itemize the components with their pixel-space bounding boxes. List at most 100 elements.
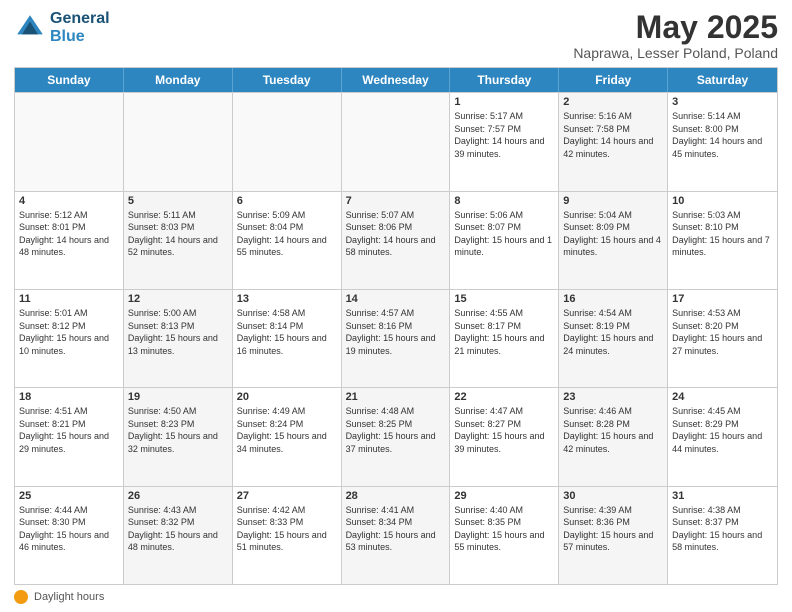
- day-number: 5: [128, 195, 228, 207]
- day-info: Sunrise: 5:04 AM Sunset: 8:09 PM Dayligh…: [563, 209, 663, 259]
- day-number: 24: [672, 391, 773, 403]
- day-info: Sunrise: 4:48 AM Sunset: 8:25 PM Dayligh…: [346, 405, 446, 455]
- day-info: Sunrise: 4:58 AM Sunset: 8:14 PM Dayligh…: [237, 307, 337, 357]
- calendar-body: 1 Sunrise: 5:17 AM Sunset: 7:57 PM Daylig…: [15, 92, 777, 584]
- day-cell-2: 2 Sunrise: 5:16 AM Sunset: 7:58 PM Daylig…: [559, 93, 668, 190]
- col-header-thursday: Thursday: [450, 68, 559, 92]
- day-number: 3: [672, 96, 773, 108]
- day-cell-30: 30 Sunrise: 4:39 AM Sunset: 8:36 PM Dayli…: [559, 487, 668, 584]
- daylight-hours-label: Daylight hours: [34, 591, 104, 603]
- day-info: Sunrise: 4:39 AM Sunset: 8:36 PM Dayligh…: [563, 504, 663, 554]
- day-cell-27: 27Sunrise: 4:42 AM Sunset: 8:33 PM Dayli…: [233, 487, 342, 584]
- logo: General Blue: [14, 10, 110, 45]
- col-header-sunday: Sunday: [15, 68, 124, 92]
- day-info: Sunrise: 5:06 AM Sunset: 8:07 PM Dayligh…: [454, 209, 554, 259]
- day-cell-9: 9 Sunrise: 5:04 AM Sunset: 8:09 PM Daylig…: [559, 192, 668, 289]
- logo-blue: Blue: [50, 28, 110, 46]
- day-info: Sunrise: 4:40 AM Sunset: 8:35 PM Dayligh…: [454, 504, 554, 554]
- day-info: Sunrise: 4:43 AM Sunset: 8:32 PM Dayligh…: [128, 504, 228, 554]
- day-number: 6: [237, 195, 337, 207]
- day-number: 19: [128, 391, 228, 403]
- day-cell-13: 13 Sunrise: 4:58 AM Sunset: 8:14 PM Dayli…: [233, 290, 342, 387]
- day-number: 20: [237, 391, 337, 403]
- day-number: 1: [454, 96, 554, 108]
- day-number: 9: [563, 195, 663, 207]
- day-number: 10: [672, 195, 773, 207]
- day-info: Sunrise: 5:16 AM Sunset: 7:58 PM Dayligh…: [563, 110, 663, 160]
- day-number: 22: [454, 391, 554, 403]
- header: General Blue May 2025 Naprawa, Lesser Po…: [14, 10, 778, 61]
- day-cell-18: 18 Sunrise: 4:51 AM Sunset: 8:21 PM Dayli…: [15, 388, 124, 485]
- day-number: 13: [237, 293, 337, 305]
- day-number: 14: [346, 293, 446, 305]
- empty-cell: [124, 93, 233, 190]
- subtitle: Naprawa, Lesser Poland, Poland: [573, 45, 778, 61]
- day-cell-5: 5 Sunrise: 5:11 AM Sunset: 8:03 PM Daylig…: [124, 192, 233, 289]
- day-info: Sunrise: 4:50 AM Sunset: 8:23 PM Dayligh…: [128, 405, 228, 455]
- day-number: 17: [672, 293, 773, 305]
- day-info: Sunrise: 5:11 AM Sunset: 8:03 PM Dayligh…: [128, 209, 228, 259]
- day-cell-8: 8 Sunrise: 5:06 AM Sunset: 8:07 PM Daylig…: [450, 192, 559, 289]
- day-cell-14: 14 Sunrise: 4:57 AM Sunset: 8:16 PM Dayli…: [342, 290, 451, 387]
- day-cell-3: 3 Sunrise: 5:14 AM Sunset: 8:00 PM Daylig…: [668, 93, 777, 190]
- day-number: 29: [454, 490, 554, 502]
- day-cell-7: 7Sunrise: 5:07 AM Sunset: 8:06 PM Daylig…: [342, 192, 451, 289]
- empty-cell: [342, 93, 451, 190]
- page: General Blue May 2025 Naprawa, Lesser Po…: [0, 0, 792, 612]
- day-info: Sunrise: 5:12 AM Sunset: 8:01 PM Dayligh…: [19, 209, 119, 259]
- day-info: Sunrise: 4:42 AM Sunset: 8:33 PM Dayligh…: [237, 504, 337, 554]
- calendar-header: SundayMondayTuesdayWednesdayThursdayFrid…: [15, 68, 777, 92]
- day-number: 31: [672, 490, 773, 502]
- day-number: 16: [563, 293, 663, 305]
- day-info: Sunrise: 5:17 AM Sunset: 7:57 PM Dayligh…: [454, 110, 554, 160]
- col-header-monday: Monday: [124, 68, 233, 92]
- week-row-4: 18 Sunrise: 4:51 AM Sunset: 8:21 PM Dayli…: [15, 387, 777, 485]
- day-number: 4: [19, 195, 119, 207]
- day-cell-24: 24 Sunrise: 4:45 AM Sunset: 8:29 PM Dayli…: [668, 388, 777, 485]
- day-info: Sunrise: 4:45 AM Sunset: 8:29 PM Dayligh…: [672, 405, 773, 455]
- day-cell-28: 28 Sunrise: 4:41 AM Sunset: 8:34 PM Dayli…: [342, 487, 451, 584]
- day-number: 26: [128, 490, 228, 502]
- day-info: Sunrise: 4:46 AM Sunset: 8:28 PM Dayligh…: [563, 405, 663, 455]
- day-info: Sunrise: 4:41 AM Sunset: 8:34 PM Dayligh…: [346, 504, 446, 554]
- day-info: Sunrise: 5:03 AM Sunset: 8:10 PM Dayligh…: [672, 209, 773, 259]
- day-cell-25: 25Sunrise: 4:44 AM Sunset: 8:30 PM Dayli…: [15, 487, 124, 584]
- col-header-friday: Friday: [559, 68, 668, 92]
- day-info: Sunrise: 4:47 AM Sunset: 8:27 PM Dayligh…: [454, 405, 554, 455]
- logo-general: General: [50, 10, 110, 28]
- day-number: 28: [346, 490, 446, 502]
- week-row-2: 4 Sunrise: 5:12 AM Sunset: 8:01 PM Daylig…: [15, 191, 777, 289]
- day-info: Sunrise: 4:49 AM Sunset: 8:24 PM Dayligh…: [237, 405, 337, 455]
- main-title: May 2025: [573, 10, 778, 45]
- day-cell-11: 11 Sunrise: 5:01 AM Sunset: 8:12 PM Dayli…: [15, 290, 124, 387]
- day-info: Sunrise: 4:53 AM Sunset: 8:20 PM Dayligh…: [672, 307, 773, 357]
- day-cell-21: 21Sunrise: 4:48 AM Sunset: 8:25 PM Dayli…: [342, 388, 451, 485]
- day-cell-23: 23 Sunrise: 4:46 AM Sunset: 8:28 PM Dayli…: [559, 388, 668, 485]
- day-cell-20: 20 Sunrise: 4:49 AM Sunset: 8:24 PM Dayli…: [233, 388, 342, 485]
- day-number: 18: [19, 391, 119, 403]
- day-cell-22: 22 Sunrise: 4:47 AM Sunset: 8:27 PM Dayli…: [450, 388, 559, 485]
- title-block: May 2025 Naprawa, Lesser Poland, Poland: [573, 10, 778, 61]
- day-number: 2: [563, 96, 663, 108]
- day-number: 8: [454, 195, 554, 207]
- footer: Daylight hours: [14, 590, 778, 604]
- day-info: Sunrise: 5:14 AM Sunset: 8:00 PM Dayligh…: [672, 110, 773, 160]
- col-header-wednesday: Wednesday: [342, 68, 451, 92]
- day-info: Sunrise: 4:44 AM Sunset: 8:30 PM Dayligh…: [19, 504, 119, 554]
- day-number: 30: [563, 490, 663, 502]
- day-number: 11: [19, 293, 119, 305]
- day-info: Sunrise: 4:57 AM Sunset: 8:16 PM Dayligh…: [346, 307, 446, 357]
- day-cell-19: 19 Sunrise: 4:50 AM Sunset: 8:23 PM Dayli…: [124, 388, 233, 485]
- day-cell-1: 1 Sunrise: 5:17 AM Sunset: 7:57 PM Daylig…: [450, 93, 559, 190]
- week-row-5: 25Sunrise: 4:44 AM Sunset: 8:30 PM Dayli…: [15, 486, 777, 584]
- day-number: 23: [563, 391, 663, 403]
- day-info: Sunrise: 4:51 AM Sunset: 8:21 PM Dayligh…: [19, 405, 119, 455]
- day-info: Sunrise: 5:01 AM Sunset: 8:12 PM Dayligh…: [19, 307, 119, 357]
- week-row-3: 11 Sunrise: 5:01 AM Sunset: 8:12 PM Dayli…: [15, 289, 777, 387]
- week-row-1: 1 Sunrise: 5:17 AM Sunset: 7:57 PM Daylig…: [15, 92, 777, 190]
- day-info: Sunrise: 4:54 AM Sunset: 8:19 PM Dayligh…: [563, 307, 663, 357]
- col-header-tuesday: Tuesday: [233, 68, 342, 92]
- day-number: 7: [346, 195, 446, 207]
- empty-cell: [15, 93, 124, 190]
- empty-cell: [233, 93, 342, 190]
